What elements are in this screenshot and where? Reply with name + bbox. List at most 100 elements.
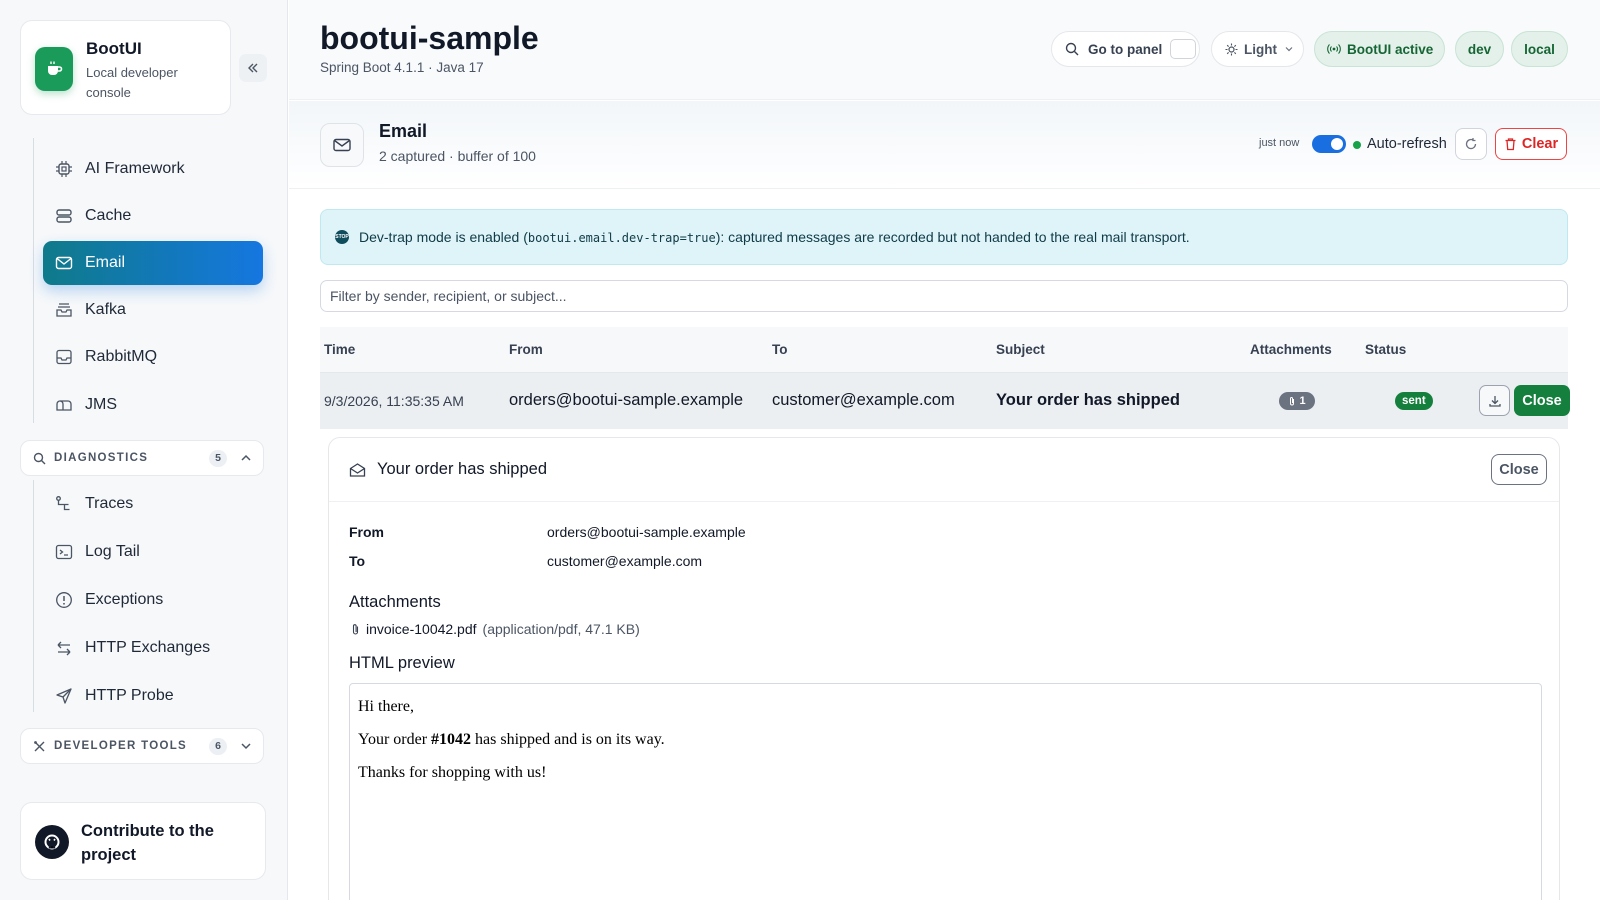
dev-trap-alert: STOP Dev-trap mode is enabled (bootui.em… xyxy=(320,209,1568,265)
attachment-count-badge: 1 xyxy=(1279,392,1315,410)
broadcast-icon xyxy=(1327,44,1341,54)
brand-name: BootUI xyxy=(86,39,142,58)
theme-label: Light xyxy=(1244,41,1277,57)
stop-icon: STOP xyxy=(335,230,349,244)
sidebar-item-ai-framework[interactable]: AI Framework xyxy=(43,147,263,191)
sidebar-item-label: Traces xyxy=(85,495,134,512)
sidebar-item-exceptions[interactable]: Exceptions xyxy=(43,578,263,622)
sidebar-item-log-tail[interactable]: Log Tail xyxy=(43,530,263,574)
download-button[interactable] xyxy=(1479,385,1510,416)
email-detail-card: Your order has shipped Close From orders… xyxy=(328,437,1560,900)
sidebar-item-label: RabbitMQ xyxy=(85,348,158,365)
email-panel: Email 2 captured · buffer of 100 just no… xyxy=(289,101,1600,900)
status-badge: sent xyxy=(1395,392,1433,410)
from-value: orders@bootui-sample.example xyxy=(547,524,746,540)
sidebar-item-label: Log Tail xyxy=(85,543,140,560)
coffee-cup-icon xyxy=(35,47,73,91)
sidebar-item-label: JMS xyxy=(85,396,117,413)
group-title: DIAGNOSTICS xyxy=(54,452,149,464)
developer-tools-group-toggle[interactable]: DEVELOPER TOOLS 6 xyxy=(20,728,264,764)
html-preview-frame: Hi there, Your order #1042 has shipped a… xyxy=(349,683,1542,900)
auto-refresh-label: Auto-refresh xyxy=(1367,136,1447,152)
close-detail-button[interactable]: Close xyxy=(1491,454,1547,485)
group-title: DEVELOPER TOOLS xyxy=(54,740,188,752)
clear-button[interactable]: Clear xyxy=(1495,128,1567,160)
envelope-open-icon xyxy=(349,463,366,477)
column-header-from[interactable]: From xyxy=(509,342,543,357)
sidebar: BootUI Local developer console AI Framew… xyxy=(0,0,288,900)
sidebar-item-rabbitmq[interactable]: RabbitMQ xyxy=(43,335,263,379)
live-indicator xyxy=(1353,141,1361,149)
top-bar: bootui-sample Spring Boot 4.1.1 · Java 1… xyxy=(289,0,1600,100)
column-header-status[interactable]: Status xyxy=(1365,342,1406,357)
chevron-down-icon xyxy=(241,743,251,750)
sidebar-item-http-probe[interactable]: HTTP Probe xyxy=(43,674,263,718)
preview-closing: Thanks for shopping with us! xyxy=(358,764,547,781)
toggle-knob xyxy=(1331,138,1343,150)
attachment-item[interactable]: invoice-10042.pdf (application/pdf, 47.1… xyxy=(351,621,640,637)
clear-label: Clear xyxy=(1521,136,1559,152)
column-header-to[interactable]: To xyxy=(772,342,788,357)
cell-from: orders@bootui-sample.example xyxy=(509,391,744,409)
diagnostics-group-toggle[interactable]: DIAGNOSTICS 5 xyxy=(20,440,264,476)
sidebar-item-label: HTTP Probe xyxy=(85,687,174,704)
cell-to: customer@example.com xyxy=(772,391,955,409)
brand-subtitle: Local developer console xyxy=(86,65,178,100)
envelope-icon xyxy=(320,123,364,167)
chevrons-left-icon xyxy=(248,63,258,73)
chip-icon xyxy=(55,160,73,178)
sun-icon xyxy=(1225,43,1238,55)
close-row-button[interactable]: Close xyxy=(1514,385,1570,416)
sidebar-item-cache[interactable]: Cache xyxy=(43,194,263,238)
nav-rail xyxy=(33,480,34,712)
column-header-attachments[interactable]: Attachments xyxy=(1250,342,1332,357)
go-to-panel-label: Go to panel xyxy=(1088,41,1163,57)
refresh-icon xyxy=(1465,138,1477,150)
last-updated: just now xyxy=(1259,137,1300,149)
column-header-time[interactable]: Time xyxy=(324,342,355,357)
theme-select[interactable]: Light xyxy=(1211,31,1304,67)
trace-icon xyxy=(55,495,73,513)
chevron-up-icon xyxy=(241,454,251,461)
contribute-link[interactable]: Contribute to the project xyxy=(20,802,266,880)
preview-greeting: Hi there, xyxy=(358,698,414,715)
sidebar-item-label: Exceptions xyxy=(85,591,164,608)
database-icon xyxy=(55,207,73,225)
nav-rail xyxy=(33,138,34,423)
order-number: #1042 xyxy=(431,731,472,748)
page-title: bootui-sample xyxy=(320,20,539,56)
collapse-sidebar-button[interactable] xyxy=(239,54,267,82)
sidebar-item-email[interactable]: Email xyxy=(43,241,263,285)
auto-refresh-toggle[interactable] xyxy=(1312,135,1346,153)
sidebar-item-kafka[interactable]: Kafka xyxy=(43,288,263,332)
go-to-panel-button[interactable]: Go to panel xyxy=(1051,31,1200,67)
attachments-heading: Attachments xyxy=(349,593,441,611)
tools-icon xyxy=(34,740,45,751)
search-icon xyxy=(1065,42,1079,56)
cell-subject: Your order has shipped xyxy=(996,391,1180,409)
table-row[interactable]: 9/3/2026, 11:35:35 AM orders@bootui-samp… xyxy=(320,373,1570,429)
from-label: From xyxy=(349,524,384,540)
send-icon xyxy=(55,687,73,705)
sidebar-item-traces[interactable]: Traces xyxy=(43,482,263,526)
status-label: BootUI active xyxy=(1347,41,1434,57)
github-icon xyxy=(35,825,69,859)
shortcut-key xyxy=(1170,39,1197,59)
terminal-icon xyxy=(55,543,73,561)
column-header-subject[interactable]: Subject xyxy=(996,342,1045,357)
filter-input[interactable] xyxy=(320,280,1568,312)
brand-card[interactable]: BootUI Local developer console xyxy=(20,20,231,115)
html-preview-heading: HTML preview xyxy=(349,654,455,672)
sidebar-item-http-exchanges[interactable]: HTTP Exchanges xyxy=(43,626,263,670)
sidebar-item-label: Email xyxy=(85,254,126,271)
refresh-button[interactable] xyxy=(1455,128,1487,160)
paperclip-icon xyxy=(1290,396,1295,405)
paperclip-icon xyxy=(352,623,359,635)
to-value: customer@example.com xyxy=(547,553,703,569)
table-header: Time From To Subject Attachments Status xyxy=(320,327,1568,373)
detail-header: Your order has shipped Close xyxy=(329,438,1559,502)
inbox-stack-icon xyxy=(55,301,73,319)
attachment-meta: (application/pdf, 47.1 KB) xyxy=(482,621,640,637)
trash-icon xyxy=(1505,138,1516,151)
sidebar-item-jms[interactable]: JMS xyxy=(43,383,263,427)
